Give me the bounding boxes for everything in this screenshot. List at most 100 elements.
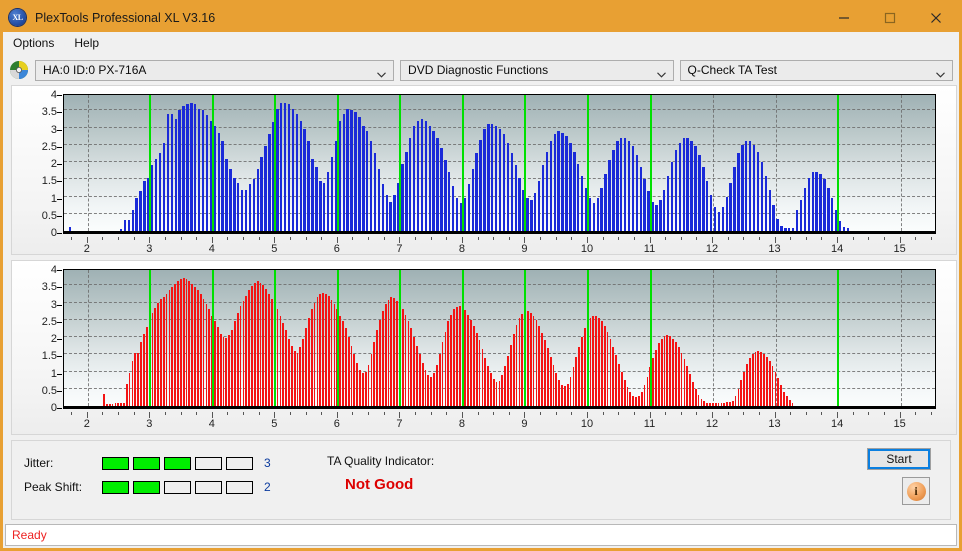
x-axis-tick — [915, 412, 917, 415]
bar — [244, 190, 248, 231]
bar — [134, 352, 137, 406]
bar — [170, 113, 174, 231]
bar — [706, 402, 709, 406]
bar — [139, 191, 142, 231]
bar — [678, 143, 682, 231]
bar — [626, 387, 629, 406]
start-button[interactable]: Start — [867, 448, 931, 470]
bar — [276, 309, 279, 406]
bar — [117, 403, 120, 406]
menu-item-options[interactable]: Options — [11, 34, 62, 52]
bar — [606, 331, 609, 406]
bar — [234, 321, 236, 406]
bar — [705, 180, 709, 231]
marker-line — [461, 270, 464, 406]
bar — [233, 177, 236, 231]
info-button[interactable]: i — [902, 477, 930, 505]
x-axis-tick-label: 7 — [396, 418, 403, 430]
chevron-down-icon — [656, 67, 666, 78]
minimize-icon[interactable] — [821, 3, 867, 32]
bar — [709, 403, 711, 406]
bar — [609, 338, 612, 406]
bar — [105, 404, 108, 406]
y-axis-labels: 0 0.5 1 1.5 2 2.5 3 3.5 4 — [12, 264, 57, 414]
x-axis-tick — [180, 237, 182, 240]
bar — [436, 137, 439, 231]
marker-line — [524, 270, 527, 406]
x-axis-tick — [930, 412, 932, 415]
bar — [396, 300, 398, 406]
bar — [766, 357, 768, 406]
bar — [342, 321, 344, 406]
function-select[interactable]: DVD Diagnostic Functions — [400, 59, 674, 81]
x-axis-tick — [696, 237, 698, 240]
bar — [354, 111, 357, 231]
y-axis-tick — [57, 408, 62, 409]
y-axis-tick-label: 1.5 — [41, 175, 57, 188]
y-axis-labels: 0 0.5 1 1.5 2 2.5 3 3.5 4 — [12, 89, 57, 239]
bar — [494, 125, 498, 231]
bar — [279, 316, 282, 406]
bar — [549, 357, 552, 406]
bar — [143, 180, 146, 231]
bar — [635, 397, 637, 406]
bar — [330, 156, 334, 231]
x-axis-tick — [883, 412, 885, 415]
x-axis-tick-label: 12 — [705, 418, 719, 430]
bar — [553, 134, 556, 231]
menu-item-help[interactable]: Help — [72, 34, 107, 52]
bar — [690, 141, 693, 231]
x-axis-tick — [868, 412, 870, 415]
x-axis-tick-label: 14 — [830, 243, 844, 255]
bar — [387, 299, 390, 406]
x-axis-tick-label: 15 — [893, 418, 906, 430]
bar — [555, 373, 558, 406]
bar — [245, 295, 248, 406]
x-axis-tick — [446, 412, 448, 415]
bar — [384, 304, 387, 406]
bar — [260, 156, 263, 231]
bar — [491, 124, 494, 231]
y-axis-tick — [57, 339, 62, 340]
bar — [165, 293, 168, 406]
y-axis-tick — [57, 321, 62, 323]
bar — [154, 158, 158, 231]
x-axis-tick — [477, 237, 479, 240]
bar — [237, 182, 240, 231]
drive-select[interactable]: HA:0 ID:0 PX-716A — [35, 59, 395, 81]
xl-logo-icon: XL — [9, 9, 26, 26]
bar — [783, 391, 785, 406]
bar — [711, 403, 714, 406]
bar — [635, 155, 639, 231]
bar — [219, 333, 222, 406]
bar — [108, 404, 111, 406]
peak-shift-label: Peak Shift: — [24, 480, 83, 494]
y-axis-tick-label: 2.5 — [41, 315, 57, 328]
bar — [565, 136, 568, 231]
test-select[interactable]: Q-Check TA Test — [679, 59, 954, 81]
bar — [483, 129, 486, 231]
x-axis-tick — [289, 237, 291, 240]
bar — [603, 325, 606, 406]
x-axis-tick-label: 8 — [458, 418, 465, 430]
x-axis-tick — [368, 237, 370, 240]
bar — [700, 399, 703, 406]
bar — [472, 325, 475, 406]
bar — [490, 373, 492, 406]
bar — [686, 366, 689, 406]
bar — [583, 328, 586, 406]
window-title: PlexTools Professional XL V3.16 — [35, 10, 216, 25]
bar — [450, 314, 452, 406]
jitter-label: Jitter: — [24, 456, 54, 470]
bar — [784, 227, 787, 231]
bar — [458, 305, 461, 406]
x-axis-tick — [118, 237, 120, 240]
close-icon[interactable] — [913, 3, 959, 32]
bar — [721, 206, 725, 231]
maximize-icon[interactable] — [867, 3, 913, 32]
x-axis-tick-label: 3 — [146, 418, 153, 430]
bar — [535, 320, 538, 406]
bar — [666, 175, 670, 231]
bar — [527, 311, 529, 406]
status-text: Ready — [12, 528, 47, 542]
